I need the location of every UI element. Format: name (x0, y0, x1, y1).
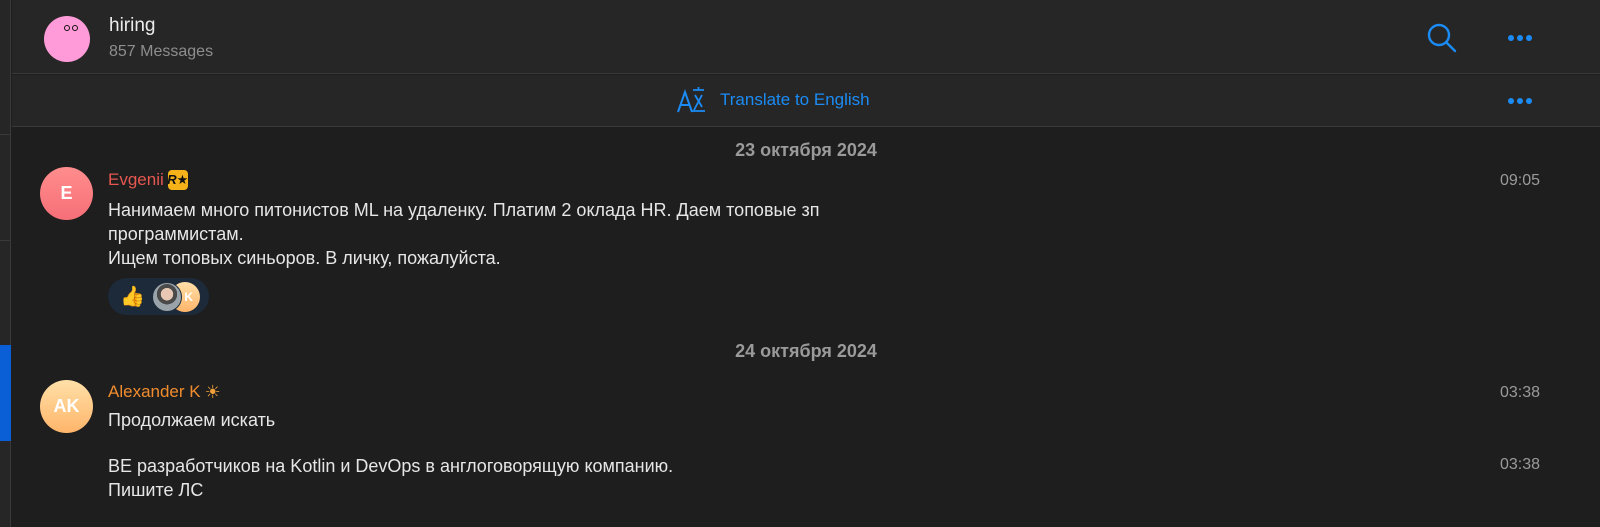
more-icon (1508, 35, 1514, 41)
sender-name-text: Alexander K (108, 382, 201, 401)
reaction-chip[interactable]: 👍 K (108, 278, 209, 315)
avatar-eye-icon (72, 25, 78, 31)
message-text: BE разработчиков на Kotlin и DevOps в ан… (108, 456, 674, 500)
reactor-avatar-photo (152, 282, 182, 312)
chat-window: hiring 857 Messages Translate to English (0, 0, 1600, 527)
sender-name[interactable]: Alexander K ☀ (108, 382, 221, 402)
message-time: 09:05 (1499, 172, 1540, 189)
sun-status-icon: ☀ (204, 382, 221, 402)
sidebar-divider (0, 240, 11, 241)
translate-icon (677, 87, 705, 113)
more-icon-dot (1517, 35, 1523, 41)
avatar-initials: AK (53, 396, 80, 416)
chat-header: hiring 857 Messages (12, 0, 1600, 74)
chat-title[interactable]: hiring (109, 15, 155, 37)
message-list[interactable]: 23 октября 2024 E Evgenii R★ 09:05 Наним… (12, 128, 1600, 527)
more-options-button[interactable] (1502, 22, 1538, 54)
sender-name[interactable]: Evgenii R★ (108, 170, 188, 190)
more-icon (1508, 98, 1514, 104)
sender-avatar[interactable]: E (40, 167, 93, 220)
message-time: 03:38 (1499, 456, 1540, 473)
sidebar-selected-chat[interactable] (0, 345, 11, 441)
more-icon-dot (1526, 35, 1532, 41)
group-avatar[interactable] (44, 16, 90, 62)
message-text: Продолжаем искать (108, 410, 276, 430)
search-button[interactable] (1426, 22, 1458, 54)
translate-label: Translate to English (720, 90, 870, 109)
more-icon-dot (1526, 98, 1532, 104)
sender-avatar[interactable]: AK (40, 380, 93, 433)
sender-name-text: Evgenii (108, 170, 164, 189)
date-separator: 24 октября 2024 (735, 341, 877, 361)
search-icon (1427, 23, 1457, 53)
date-separator: 23 октября 2024 (735, 140, 877, 160)
sidebar-divider (0, 134, 11, 135)
sidebar-edge (0, 0, 11, 527)
more-icon-dot (1517, 98, 1523, 104)
translate-more-button[interactable] (1502, 87, 1538, 115)
rockstar-status-icon: R★ (167, 170, 188, 190)
avatar-eye-icon (64, 25, 70, 31)
translate-button[interactable]: Translate to English (676, 86, 870, 114)
translate-bar: Translate to English (12, 75, 1600, 127)
message-count: 857 Messages (109, 43, 214, 60)
avatar-initials: E (60, 183, 73, 203)
message-text: Нанимаем много питонистов ML на удаленку… (108, 200, 820, 268)
message-time: 03:38 (1499, 384, 1540, 401)
thumbs-up-icon: 👍 (120, 285, 145, 308)
